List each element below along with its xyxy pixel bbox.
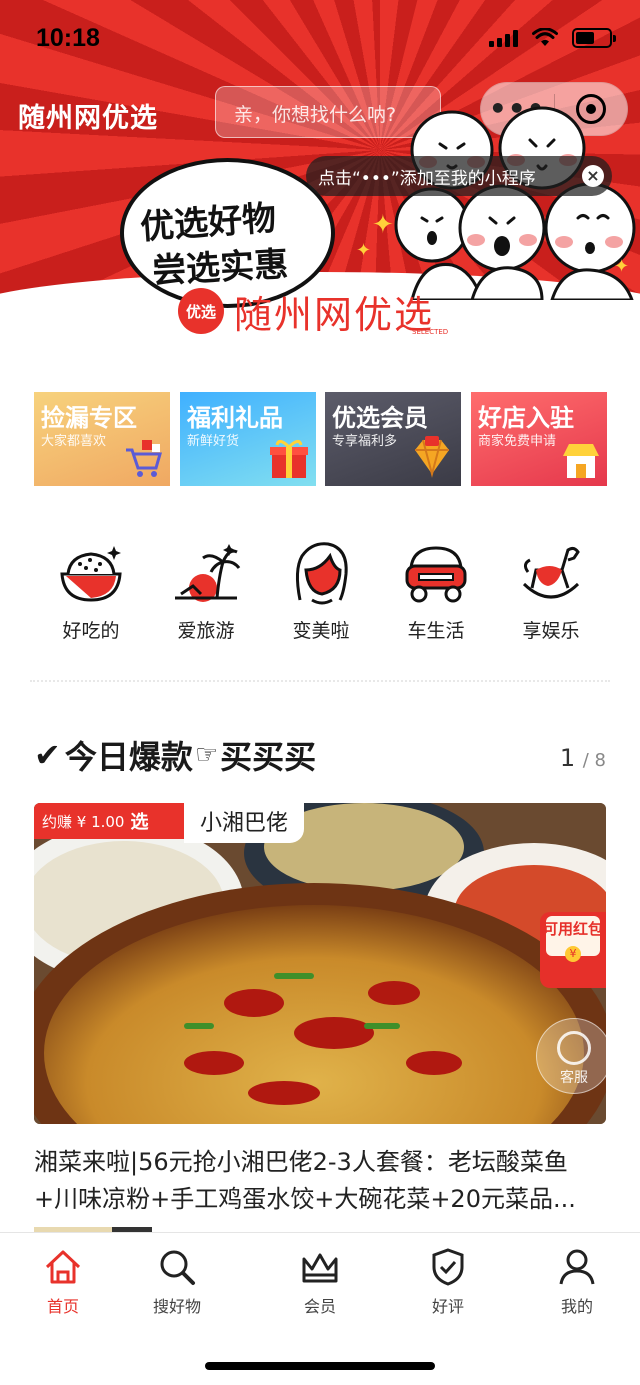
tip-text: 点击“•••”添加至我的小程序 bbox=[318, 168, 536, 189]
customer-service-button[interactable]: 客服 bbox=[536, 1018, 612, 1094]
promo-title: 福利礼品 bbox=[187, 405, 283, 432]
search-icon bbox=[160, 1250, 195, 1285]
tab-label: 好评 bbox=[431, 1297, 464, 1316]
category-travel[interactable]: 爱旅游 bbox=[146, 540, 266, 643]
category-label: 好吃的 bbox=[62, 620, 120, 642]
category-food[interactable]: 好吃的 bbox=[31, 540, 151, 643]
home-indicator bbox=[205, 1362, 435, 1370]
category-label: 享娱乐 bbox=[522, 620, 580, 642]
section-title: ✔ 今日爆款 ☞ 买买买 bbox=[34, 732, 316, 778]
promo-card-huiyuan[interactable]: 优选会员 专享福利多 bbox=[325, 392, 461, 486]
mascot-illustration bbox=[394, 106, 636, 300]
user-icon bbox=[559, 1249, 595, 1285]
product-image[interactable] bbox=[34, 803, 606, 1124]
promo-subtitle: 商家免费申请 bbox=[478, 434, 557, 449]
brand-logo: 优选 bbox=[178, 288, 224, 334]
signal-icon bbox=[489, 29, 518, 47]
tab-label: 首页 bbox=[46, 1297, 79, 1316]
shield-check-icon bbox=[432, 1248, 464, 1286]
category-label: 车生活 bbox=[407, 620, 465, 642]
woman-face-icon bbox=[295, 542, 348, 605]
status-icons bbox=[489, 28, 616, 48]
brand-sub: SELECTED bbox=[412, 328, 449, 336]
check-mark-icon: ✔ bbox=[34, 736, 61, 774]
section-title-prefix: 今日爆款 bbox=[64, 738, 193, 776]
category-entertainment[interactable]: 享娱乐 bbox=[491, 540, 611, 643]
gift-box-icon bbox=[270, 440, 308, 478]
promo-card-haodian[interactable]: 好店入驻 商家免费申请 bbox=[471, 392, 607, 486]
section-title-suffix: 买买买 bbox=[220, 738, 317, 776]
promo-subtitle: 专享福利多 bbox=[332, 434, 398, 449]
red-packet-label: 可用红包 bbox=[542, 920, 603, 938]
sparkle-icon: ✦ bbox=[356, 240, 372, 261]
promo-subtitle: 大家都喜欢 bbox=[41, 434, 107, 449]
customer-service-label: 客服 bbox=[560, 1070, 588, 1086]
app-title: 随州网优选 bbox=[18, 103, 158, 133]
earn-brand: 选 bbox=[130, 812, 149, 833]
tab-label: 我的 bbox=[560, 1297, 593, 1316]
status-time: 10:18 bbox=[36, 24, 100, 52]
wifi-icon bbox=[532, 28, 558, 46]
promo-title: 捡漏专区 bbox=[41, 405, 137, 432]
promo-title: 优选会员 bbox=[332, 405, 428, 432]
tab-reviews[interactable]: 好评 bbox=[393, 1247, 503, 1317]
tab-label: 会员 bbox=[303, 1297, 336, 1316]
product-title-line-1: 湘菜来啦|56元抢小湘巴佬2-3人套餐：老坛酸菜鱼 bbox=[34, 1148, 568, 1176]
close-icon[interactable]: × bbox=[582, 165, 604, 187]
page-indicator: 1 / 8 bbox=[560, 744, 606, 772]
promo-card-fuli[interactable]: 福利礼品 新鲜好货 bbox=[180, 392, 316, 486]
battery-icon bbox=[572, 28, 616, 48]
tab-member[interactable]: 会员 bbox=[265, 1247, 375, 1317]
status-bar: 10:18 bbox=[0, 0, 640, 80]
earn-label: 约赚 ¥ 1.00 bbox=[42, 812, 125, 831]
brand-logo-row: 优选 随州网优选 bbox=[178, 286, 435, 337]
rocking-horse-icon bbox=[522, 546, 580, 599]
shop-name-tag: 小湘巴佬 bbox=[184, 803, 305, 843]
product-title[interactable]: 湘菜来啦|56元抢小湘巴佬2-3人套餐：老坛酸菜鱼 +川味凉粉+手工鸡蛋水饺+大… bbox=[34, 1144, 606, 1218]
product-title-line-2: +川味凉粉+手工鸡蛋水饺+大碗花菜+20元菜品... bbox=[34, 1185, 576, 1213]
promo-card-jianlou[interactable]: 捡漏专区 大家都喜欢 bbox=[34, 392, 170, 486]
coin-icon: ¥ bbox=[565, 946, 581, 962]
shopping-cart-icon bbox=[126, 440, 162, 477]
category-car[interactable]: 车生活 bbox=[376, 540, 496, 643]
headset-icon bbox=[557, 1031, 591, 1065]
pointing-hand-icon: ☞ bbox=[194, 740, 219, 770]
tab-label: 搜好物 bbox=[152, 1297, 201, 1316]
category-label: 变美啦 bbox=[292, 620, 350, 642]
shop-icon bbox=[563, 444, 599, 478]
category-beauty[interactable]: 变美啦 bbox=[261, 540, 381, 643]
home-icon bbox=[45, 1250, 81, 1284]
divider bbox=[30, 680, 610, 682]
category-label: 爱旅游 bbox=[177, 620, 235, 642]
brand-name: 随州网优选 bbox=[234, 292, 435, 337]
tab-home[interactable]: 首页 bbox=[8, 1247, 118, 1317]
sparkle-icon: ✦ bbox=[614, 256, 630, 277]
rice-bowl-icon bbox=[60, 546, 122, 602]
tab-search[interactable]: 搜好物 bbox=[122, 1247, 232, 1317]
promo-title: 好店入驻 bbox=[478, 405, 574, 432]
earn-badge: 约赚 ¥ 1.00 选 bbox=[34, 803, 184, 839]
add-miniprogram-tip: 点击“•••”添加至我的小程序 × bbox=[306, 156, 612, 196]
tab-profile[interactable]: 我的 bbox=[522, 1247, 632, 1317]
red-packet-button[interactable]: 可用红包 ¥ bbox=[540, 912, 606, 988]
page-total: / 8 bbox=[582, 750, 606, 771]
promo-cards: 捡漏专区 大家都喜欢 福利礼品 新鲜好货 优选会员 专享福利多 好店入驻 商家免… bbox=[34, 392, 607, 486]
crown-icon bbox=[302, 1253, 338, 1283]
sparkle-icon: ✦ bbox=[372, 210, 394, 240]
page-current: 1 bbox=[559, 744, 576, 772]
car-icon bbox=[405, 546, 467, 603]
promo-subtitle: 新鲜好货 bbox=[187, 434, 240, 449]
palm-beach-icon bbox=[175, 544, 241, 602]
diamond-icon bbox=[415, 436, 449, 478]
